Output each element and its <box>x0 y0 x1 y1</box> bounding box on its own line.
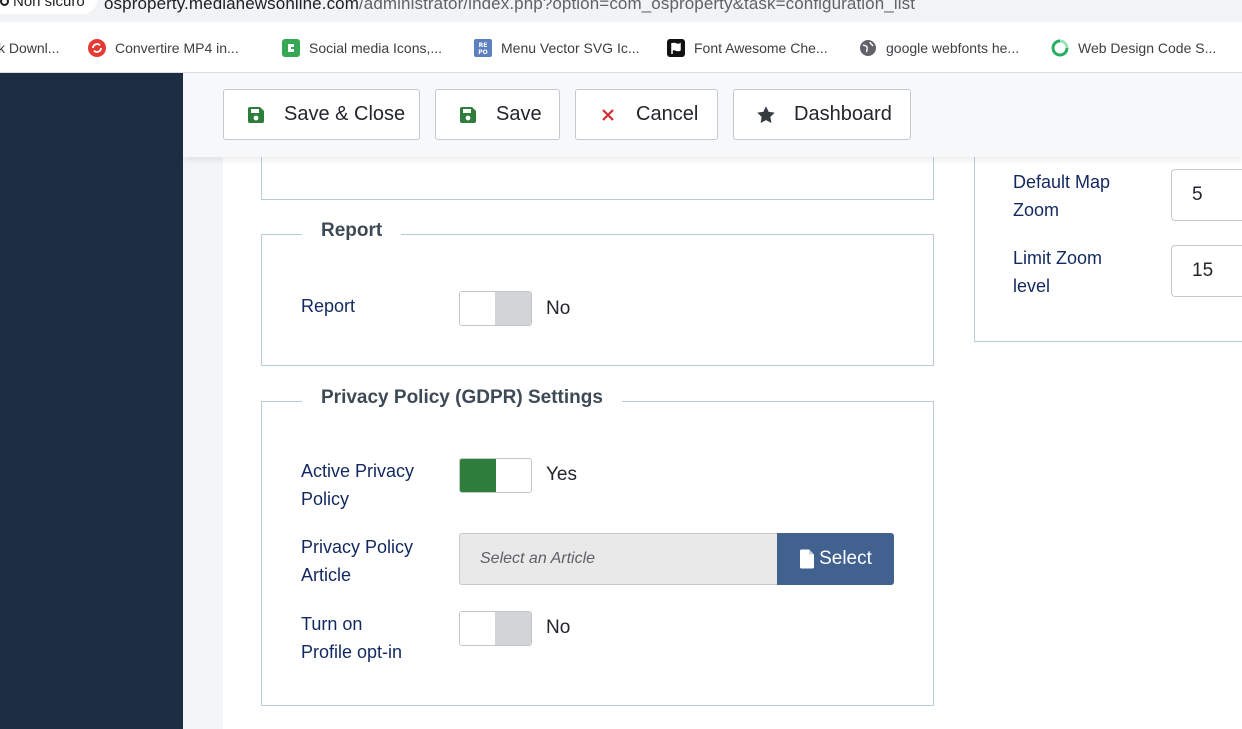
select-label: Select <box>819 548 872 569</box>
report-value: No <box>546 298 571 319</box>
bookmark-label: google webfonts he... <box>886 40 1020 56</box>
privacy-section: Privacy Policy (GDPR) Settings Active Pr… <box>261 387 934 706</box>
save-close-label: Save & Close <box>284 103 406 125</box>
url-host: osproperty.medianewsonline.com <box>104 0 359 13</box>
floppy-icon <box>458 105 478 125</box>
report-section: Report Report No <box>261 220 934 366</box>
report-field-label: Report <box>301 296 356 316</box>
active-privacy-toggle[interactable] <box>459 458 532 493</box>
bookmark-item[interactable]: Convertire MP4 in... <box>88 38 239 58</box>
toggle-knob <box>460 459 496 492</box>
dashboard-button[interactable]: Dashboard <box>733 89 911 140</box>
file-icon <box>799 549 815 569</box>
label-line: Privacy Policy <box>301 537 414 557</box>
convert-icon <box>88 39 106 57</box>
save-button[interactable]: Save <box>435 89 560 140</box>
label-line: Article <box>301 565 352 585</box>
active-privacy-value: Yes <box>546 464 577 485</box>
label-line: Limit Zoom <box>1013 248 1103 268</box>
svg-text:RE: RE <box>479 42 488 49</box>
bookmark-label: Social media Icons,... <box>309 40 443 56</box>
bookmark-item[interactable]: k Downl... <box>0 38 59 58</box>
bookmark-item[interactable]: google webfonts he... <box>859 38 1019 58</box>
security-label: Non sicuro <box>13 0 85 10</box>
profile-optin-label: Turn on Profile opt-in <box>301 610 402 666</box>
report-legend: Report <box>302 220 402 242</box>
profile-optin-value: No <box>546 617 571 638</box>
profile-optin-toggle[interactable] <box>459 611 532 646</box>
toggle-face <box>460 612 496 645</box>
dashboard-label: Dashboard <box>794 103 892 125</box>
security-chip[interactable]: Non sicuro <box>0 0 97 14</box>
toolbar: Save & Close Save Cancel Dashboard <box>183 73 1242 157</box>
report-toggle[interactable] <box>459 291 532 326</box>
label-line: Zoom <box>1013 200 1060 220</box>
save-label: Save <box>496 103 542 125</box>
default-zoom-input[interactable]: 5 <box>1171 169 1242 221</box>
bookmark-item[interactable]: Web Design Code S... <box>1051 38 1216 58</box>
privacy-article-label: Privacy Policy Article <box>301 533 413 589</box>
admin-sidebar <box>0 73 183 729</box>
warning-icon <box>0 0 9 6</box>
close-icon <box>598 105 618 125</box>
code-icon <box>1051 39 1069 57</box>
active-privacy-label: Active Privacy Policy <box>301 457 414 513</box>
flag-icon <box>667 39 685 57</box>
globe-icon <box>859 39 877 57</box>
limit-zoom-input[interactable]: 15 <box>1171 245 1242 297</box>
select-article-button[interactable]: Select <box>777 533 894 585</box>
bookmark-label: Font Awesome Che... <box>694 40 828 56</box>
label-line: level <box>1013 276 1051 296</box>
article-input[interactable]: Select an Article <box>459 533 777 585</box>
toggle-knob <box>495 292 531 325</box>
toggle-knob <box>495 612 531 645</box>
bookmark-label: Convertire MP4 in... <box>115 40 239 56</box>
label-line: Profile opt-in <box>301 642 403 662</box>
cancel-button[interactable]: Cancel <box>575 89 718 140</box>
address-bar[interactable]: Non sicuro osproperty.medianewsonline.co… <box>0 0 1242 22</box>
label-line: Turn on <box>301 614 363 634</box>
repo-icon: RE PO <box>474 39 492 57</box>
url-path: /administrator/index.php?option=com_ospr… <box>358 0 916 13</box>
floppy-icon <box>246 105 266 125</box>
save-close-button[interactable]: Save & Close <box>223 89 420 140</box>
limit-zoom-label: Limit Zoom level <box>1013 244 1102 300</box>
privacy-legend: Privacy Policy (GDPR) Settings <box>302 387 622 409</box>
bookmark-item[interactable]: Social media Icons,... <box>282 38 442 58</box>
bookmark-item[interactable]: RE PO Menu Vector SVG Ic... <box>474 38 640 58</box>
bookmarks-bar: k Downl... Convertire MP4 in... Social m… <box>0 22 1242 73</box>
default-zoom-label: Default Map Zoom <box>1013 168 1110 224</box>
social-icon <box>282 39 300 57</box>
bookmark-item[interactable]: Font Awesome Che... <box>667 38 828 58</box>
url-text[interactable]: osproperty.medianewsonline.com/administr… <box>104 0 915 14</box>
cancel-label: Cancel <box>636 103 699 125</box>
main-content: Save & Close Save Cancel Dashboard Repor… <box>183 73 1242 729</box>
label-line: Default Map <box>1013 172 1111 192</box>
svg-text:PO: PO <box>478 49 488 56</box>
bookmark-label: Menu Vector SVG Ic... <box>501 40 640 56</box>
bookmark-label: k Downl... <box>0 40 60 56</box>
toggle-face <box>460 292 496 325</box>
bookmark-label: Web Design Code S... <box>1078 40 1217 56</box>
star-icon <box>756 105 776 125</box>
label-line: Active Privacy <box>301 461 415 481</box>
label-line: Policy <box>301 489 350 509</box>
